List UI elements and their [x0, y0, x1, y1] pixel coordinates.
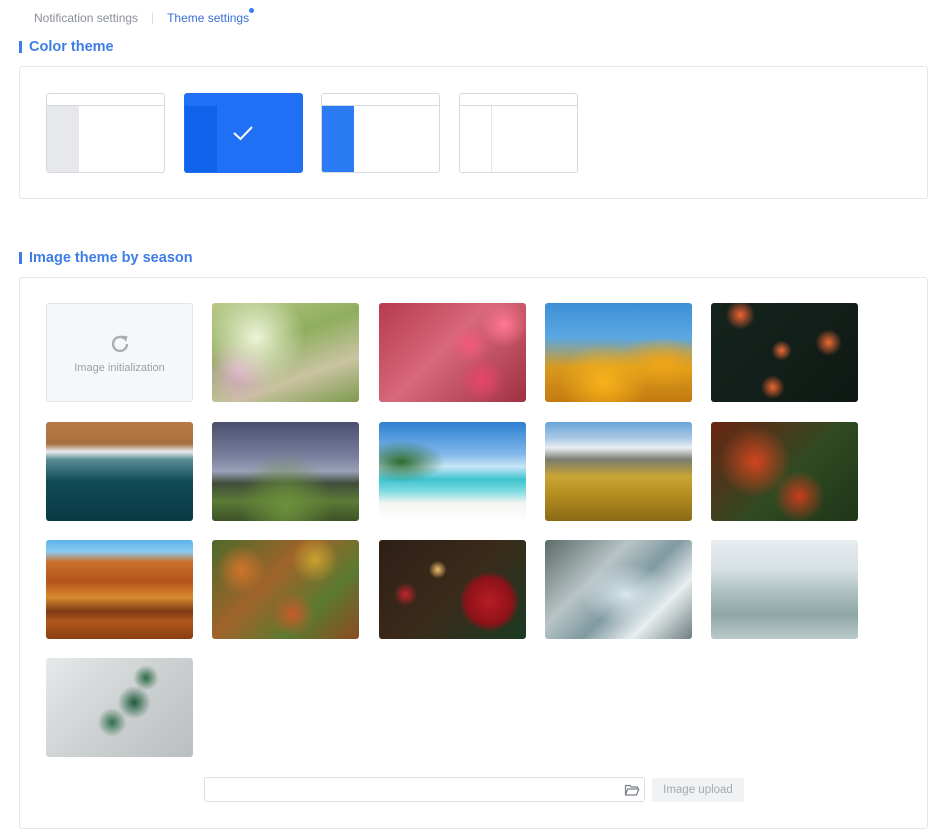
image-option-tropical-beach[interactable] [379, 422, 526, 521]
image-option-frosted-leaves[interactable] [46, 658, 193, 757]
image-option-snowy-forest-road[interactable] [545, 540, 692, 639]
theme-preview-topbar [322, 94, 439, 106]
image-option-frosty-forest[interactable] [711, 540, 858, 639]
image-upload-file-field[interactable] [204, 777, 645, 802]
tab-theme-settings[interactable]: Theme settings [167, 8, 255, 25]
tab-notification-settings[interactable]: Notification settings [34, 11, 138, 25]
image-option-aerial-autumn-forest[interactable] [212, 540, 359, 639]
settings-tabs: Notification settings Theme settings [34, 8, 255, 26]
color-theme-option-blue-selected[interactable] [184, 93, 303, 173]
heading-accent-bar [19, 41, 22, 53]
color-theme-option-white[interactable] [459, 93, 578, 173]
image-option-orange-lantana[interactable] [711, 303, 858, 402]
image-theme-panel: Image initialization Image upload [19, 277, 928, 829]
checkmark-icon [233, 126, 253, 141]
refresh-icon [111, 335, 128, 352]
theme-preview-topbar [47, 94, 164, 106]
image-option-christmas-ornaments[interactable] [379, 540, 526, 639]
image-initialization-button[interactable]: Image initialization [46, 303, 193, 402]
image-option-autumn-forest-lake[interactable] [46, 540, 193, 639]
theme-preview-topbar [185, 94, 302, 106]
color-theme-option-gray[interactable] [46, 93, 165, 173]
color-theme-heading: Color theme [19, 39, 114, 55]
tab-divider [152, 12, 154, 24]
heading-accent-bar [19, 252, 22, 264]
image-initialization-label: Image initialization [74, 361, 165, 374]
theme-preview-topbar [460, 94, 577, 106]
image-upload-button[interactable]: Image upload [652, 778, 744, 802]
theme-preview-sidebar [322, 106, 354, 172]
image-option-spring-garden-path[interactable] [212, 303, 359, 402]
image-option-autumn-mountains[interactable] [545, 422, 692, 521]
theme-preview-sidebar [47, 106, 79, 172]
tab-theme-settings-label: Theme settings [167, 11, 250, 25]
image-option-red-autumn-leaves[interactable] [711, 422, 858, 521]
new-indicator-dot [249, 8, 255, 13]
theme-preview-sidebar [185, 106, 217, 172]
image-theme-title: Image theme by season [29, 250, 193, 266]
image-option-rocky-coast[interactable] [212, 422, 359, 521]
theme-preview-sidebar [460, 106, 492, 172]
folder-icon[interactable] [624, 783, 640, 797]
image-option-yellow-poppies[interactable] [545, 303, 692, 402]
color-theme-option-blue-sidebar[interactable] [321, 93, 440, 173]
color-theme-panel [19, 66, 928, 199]
image-option-pink-flowers[interactable] [379, 303, 526, 402]
image-theme-heading: Image theme by season [19, 250, 193, 266]
color-theme-title: Color theme [29, 39, 114, 55]
image-option-aerial-beach-waves[interactable] [46, 422, 193, 521]
